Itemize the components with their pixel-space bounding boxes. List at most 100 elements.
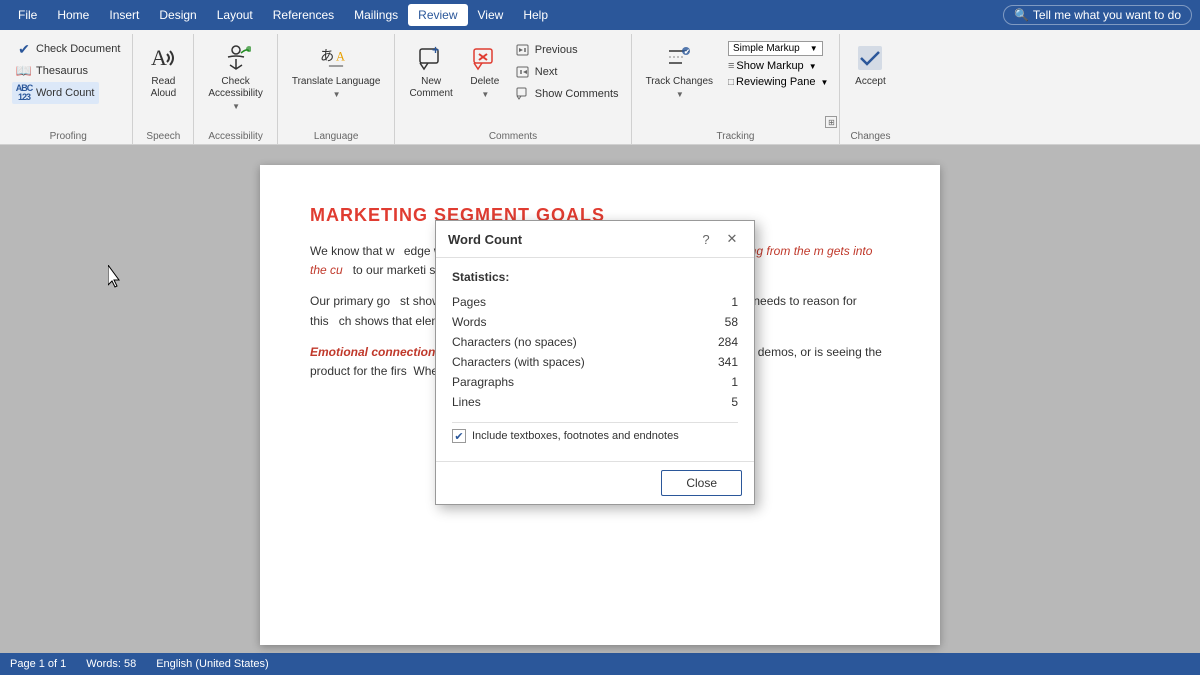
- accept-button[interactable]: Accept: [848, 38, 892, 91]
- new-comment-icon: +: [415, 42, 447, 74]
- stats-row: Characters (no spaces)284: [452, 332, 738, 352]
- track-changes-label: Track Changes: [646, 76, 713, 88]
- delete-comment-button[interactable]: Delete ▼: [463, 38, 507, 103]
- svg-text:あ: あ: [320, 48, 334, 65]
- tell-me-label: Tell me what you want to do: [1033, 8, 1181, 22]
- dialog-controls: ? ✕: [696, 229, 742, 249]
- previous-comment-button[interactable]: Previous: [511, 40, 623, 60]
- stats-table: Pages1Words58Characters (no spaces)284Ch…: [452, 292, 738, 412]
- thesaurus-icon: 📖: [16, 63, 32, 79]
- next-icon: [515, 64, 531, 80]
- show-markup-label: Show Markup: [736, 60, 803, 72]
- word-count-dialog: Word Count ? ✕ Statistics: Pages1Words58…: [435, 220, 755, 505]
- stats-row: Words58: [452, 312, 738, 332]
- reviewing-pane-row[interactable]: □ Reviewing Pane ▼: [725, 75, 831, 89]
- read-aloud-icon: A: [147, 42, 179, 74]
- comments-group-label: Comments: [403, 131, 622, 144]
- translate-dropdown-icon: ▼: [333, 90, 341, 99]
- menu-design[interactable]: Design: [149, 4, 206, 26]
- dialog-help-button[interactable]: ?: [696, 229, 716, 249]
- tell-me-input[interactable]: 🔍 Tell me what you want to do: [1003, 5, 1192, 25]
- proofing-group-label: Proofing: [12, 131, 124, 144]
- dialog-close-button[interactable]: ✕: [722, 229, 742, 249]
- read-aloud-label: ReadAloud: [151, 76, 177, 100]
- stat-label: Pages: [452, 292, 700, 312]
- dialog-body: Statistics: Pages1Words58Characters (no …: [436, 258, 754, 461]
- ribbon: ✔ Check Document 📖 Thesaurus ABC123 Word…: [0, 30, 1200, 145]
- stat-label: Paragraphs: [452, 372, 700, 392]
- simple-markup-select[interactable]: Simple Markup ▼: [728, 41, 823, 56]
- track-changes-button[interactable]: ✔ Track Changes ▼: [640, 38, 719, 103]
- stat-value: 1: [700, 292, 738, 312]
- ribbon-group-changes: Accept Changes: [840, 34, 900, 144]
- cursor: [108, 265, 126, 289]
- stats-row: Characters (with spaces)341: [452, 352, 738, 372]
- thesaurus-button[interactable]: 📖 Thesaurus: [12, 60, 92, 82]
- status-words: Words: 58: [86, 658, 136, 670]
- accessibility-group-label: Accessibility: [202, 131, 268, 144]
- new-comment-button[interactable]: + NewComment: [403, 38, 458, 104]
- check-document-label: Check Document: [36, 43, 120, 55]
- menu-view[interactable]: View: [468, 4, 514, 26]
- next-comment-button[interactable]: Next: [511, 62, 623, 82]
- stat-value: 58: [700, 312, 738, 332]
- menu-mailings[interactable]: Mailings: [344, 4, 408, 26]
- dialog-title: Word Count: [448, 232, 522, 247]
- simple-markup-label: Simple Markup: [733, 43, 800, 54]
- close-dialog-button[interactable]: Close: [661, 470, 742, 496]
- speech-group-label: Speech: [141, 131, 185, 144]
- track-changes-icon: ✔: [663, 42, 695, 74]
- show-markup-row[interactable]: ≡ Show Markup ▼: [725, 59, 831, 73]
- read-aloud-button[interactable]: A ReadAloud: [141, 38, 185, 104]
- menu-layout[interactable]: Layout: [207, 4, 263, 26]
- check-accessibility-button[interactable]: CheckAccessibility ▼: [202, 38, 268, 115]
- word-count-label: Word Count: [36, 87, 95, 99]
- include-textboxes-checkbox[interactable]: ✔: [452, 429, 466, 443]
- stat-label: Characters (no spaces): [452, 332, 700, 352]
- tracking-group-label: Tracking: [640, 131, 832, 144]
- stats-row: Lines5: [452, 392, 738, 412]
- stat-value: 341: [700, 352, 738, 372]
- menu-help[interactable]: Help: [513, 4, 558, 26]
- reviewing-pane-icon: □: [728, 77, 734, 88]
- translate-language-label: Translate Language: [292, 76, 381, 88]
- accessibility-dropdown-icon: ▼: [232, 102, 240, 111]
- menu-references[interactable]: References: [263, 4, 344, 26]
- statistics-label: Statistics:: [452, 270, 738, 284]
- check-accessibility-label: CheckAccessibility: [208, 76, 262, 100]
- translate-icon: あ A: [320, 42, 352, 74]
- check-document-icon: ✔: [16, 41, 32, 57]
- document-page: MARKETING SEGMENT GOALS We know that w..…: [260, 165, 940, 645]
- show-markup-arrow: ▼: [809, 62, 817, 71]
- stats-row: Pages1: [452, 292, 738, 312]
- status-bar: Page 1 of 1 Words: 58 English (United St…: [0, 653, 1200, 675]
- include-textboxes-row[interactable]: ✔ Include textboxes, footnotes and endno…: [452, 422, 738, 449]
- menu-insert[interactable]: Insert: [99, 4, 149, 26]
- simple-markup-arrow: ▼: [810, 44, 818, 53]
- search-icon: 🔍: [1014, 8, 1029, 22]
- dialog-footer: Close: [436, 461, 754, 504]
- tracking-expand-button[interactable]: ⊞: [825, 116, 837, 128]
- svg-text:A: A: [151, 45, 167, 70]
- language-group-label: Language: [286, 131, 387, 144]
- stat-value: 284: [700, 332, 738, 352]
- stat-label: Words: [452, 312, 700, 332]
- word-count-button[interactable]: ABC123 Word Count: [12, 82, 99, 104]
- menu-review[interactable]: Review: [408, 4, 467, 26]
- simple-markup-row[interactable]: Simple Markup ▼: [725, 40, 831, 57]
- show-comments-icon: [515, 86, 531, 102]
- menu-home[interactable]: Home: [47, 4, 99, 26]
- check-document-button[interactable]: ✔ Check Document: [12, 38, 124, 60]
- track-changes-dropdown-icon: ▼: [676, 90, 684, 99]
- new-comment-label: NewComment: [409, 76, 452, 100]
- svg-text:A: A: [336, 50, 345, 64]
- status-language: English (United States): [156, 658, 269, 670]
- ribbon-group-tracking: ✔ Track Changes ▼ Simple Markup ▼ ≡ Show…: [632, 34, 841, 144]
- show-comments-button[interactable]: Show Comments: [511, 84, 623, 104]
- menu-file[interactable]: File: [8, 4, 47, 26]
- translate-language-button[interactable]: あ A Translate Language ▼: [286, 38, 387, 103]
- include-textboxes-label: Include textboxes, footnotes and endnote…: [472, 430, 679, 442]
- previous-icon: [515, 42, 531, 58]
- previous-label: Previous: [535, 44, 578, 56]
- document-area: MARKETING SEGMENT GOALS We know that w..…: [0, 145, 1200, 653]
